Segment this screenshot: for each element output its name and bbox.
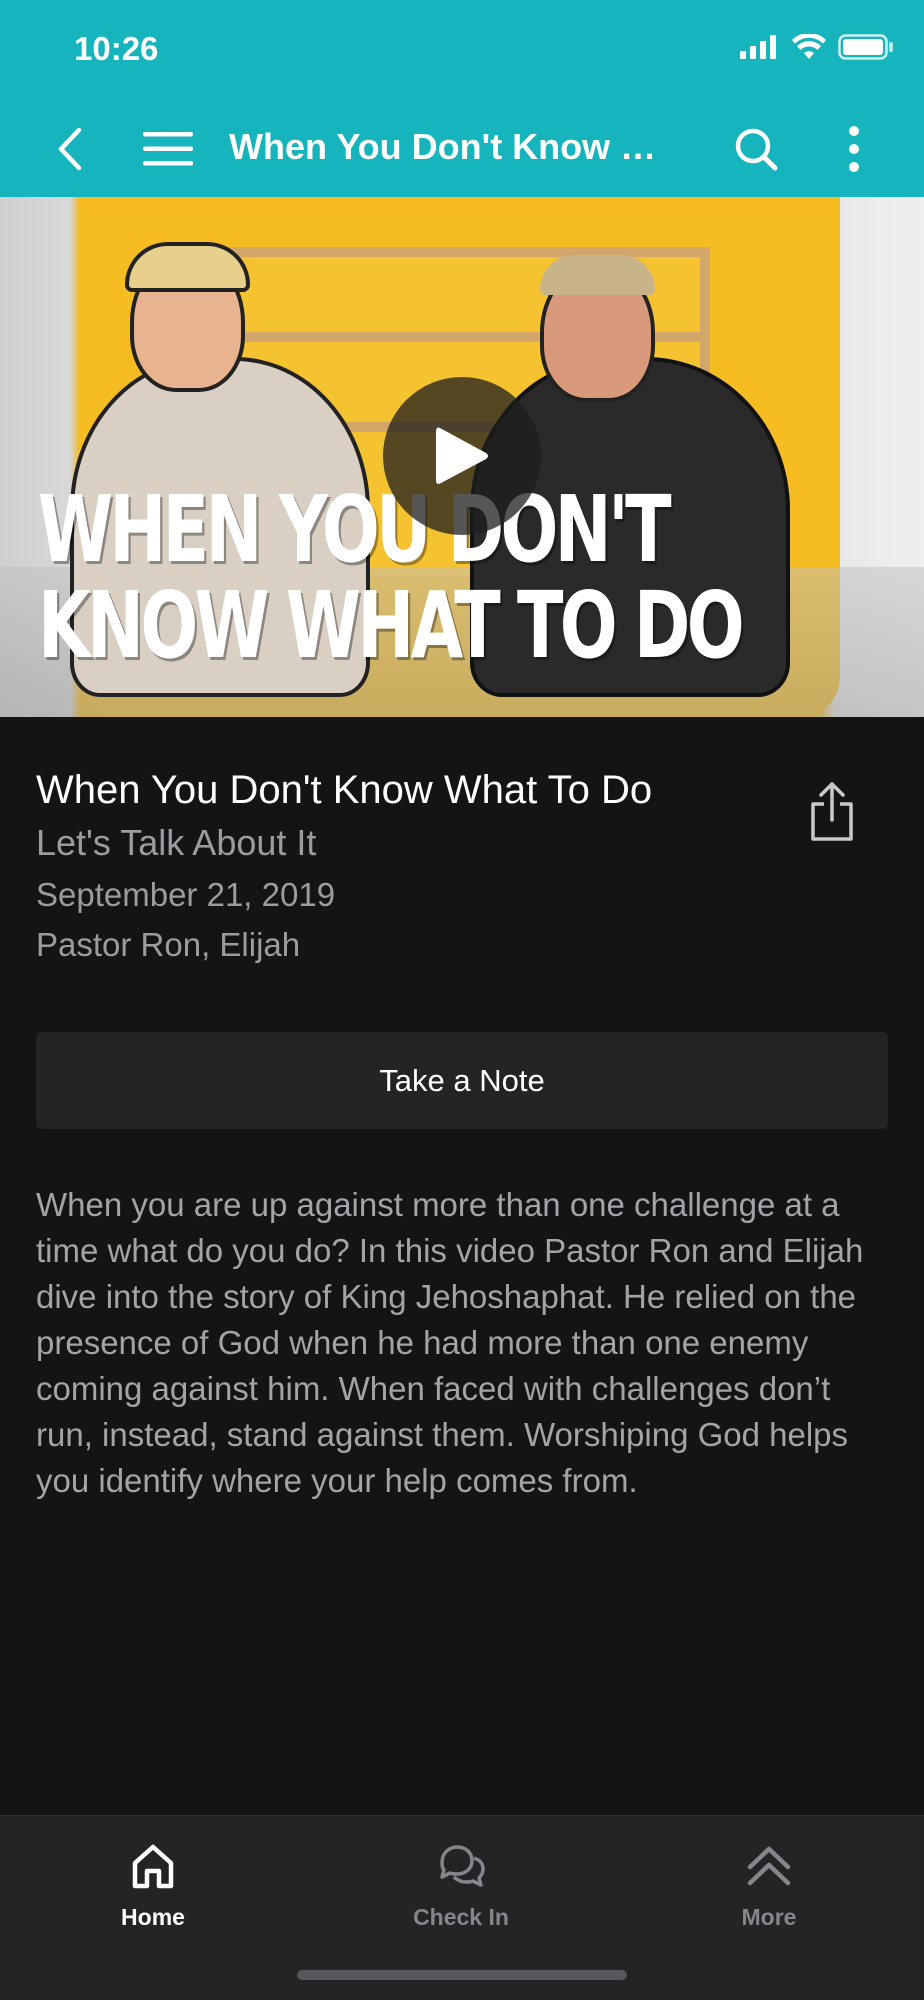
status-time: 10:26	[74, 30, 159, 67]
series-name: Let's Talk About It	[36, 822, 317, 863]
video-description: When you are up against more than one ch…	[36, 1186, 864, 1499]
cellular-signal-icon	[740, 35, 776, 59]
tab-label: Check In	[413, 1904, 509, 1930]
video-details: When You Don't Know What To Do Let's Tal…	[36, 765, 776, 970]
play-icon	[436, 427, 488, 484]
chevron-left-icon	[58, 127, 82, 170]
battery-icon	[838, 34, 893, 60]
wifi-icon	[792, 34, 826, 59]
tab-label: More	[741, 1904, 797, 1930]
tab-icon-wrap	[436, 1838, 486, 1894]
home-indicator	[297, 1970, 627, 1980]
overflow-menu-button[interactable]	[832, 100, 876, 197]
double-chevron-up-icon	[747, 1846, 791, 1886]
share-icon	[811, 782, 853, 841]
tab-label: Home	[121, 1904, 185, 1930]
video-title: When You Don't Know What To Do	[36, 768, 653, 812]
video-date: September 21, 2019	[36, 876, 336, 913]
page-title: When You Don't Know What To Do	[229, 126, 669, 167]
hero-person-right-hair	[540, 255, 655, 295]
more-vertical-icon	[849, 125, 859, 172]
share-button[interactable]	[806, 780, 858, 844]
tab-icon-wrap	[746, 1838, 792, 1894]
status-bar: 10:26	[0, 0, 924, 100]
chat-bubbles-icon	[440, 1845, 485, 1887]
search-icon	[735, 128, 778, 170]
play-button[interactable]	[383, 377, 541, 535]
hero-caption-line: KNOW WHAT TO DO	[38, 572, 745, 679]
home-icon	[132, 1844, 174, 1889]
menu-button[interactable]	[136, 100, 200, 197]
tab-more[interactable]: More	[669, 1838, 869, 1948]
app-bar: When You Don't Know What To Do	[0, 100, 924, 197]
tab-home[interactable]: Home	[53, 1838, 253, 1948]
search-button[interactable]	[728, 100, 784, 197]
hamburger-menu-icon	[143, 131, 193, 165]
speakers: Pastor Ron, Elijah	[36, 926, 301, 963]
back-button[interactable]	[40, 100, 100, 197]
hero-person-left-hair	[125, 242, 250, 292]
tab-icon-wrap	[131, 1838, 175, 1894]
tab-check-in[interactable]: Check In	[361, 1838, 561, 1948]
take-a-note-button[interactable]: Take a Note	[36, 1032, 888, 1129]
video-thumbnail[interactable]: WHEN YOU DON'T KNOW WHAT TO DO	[0, 197, 924, 717]
status-icons	[740, 34, 894, 60]
